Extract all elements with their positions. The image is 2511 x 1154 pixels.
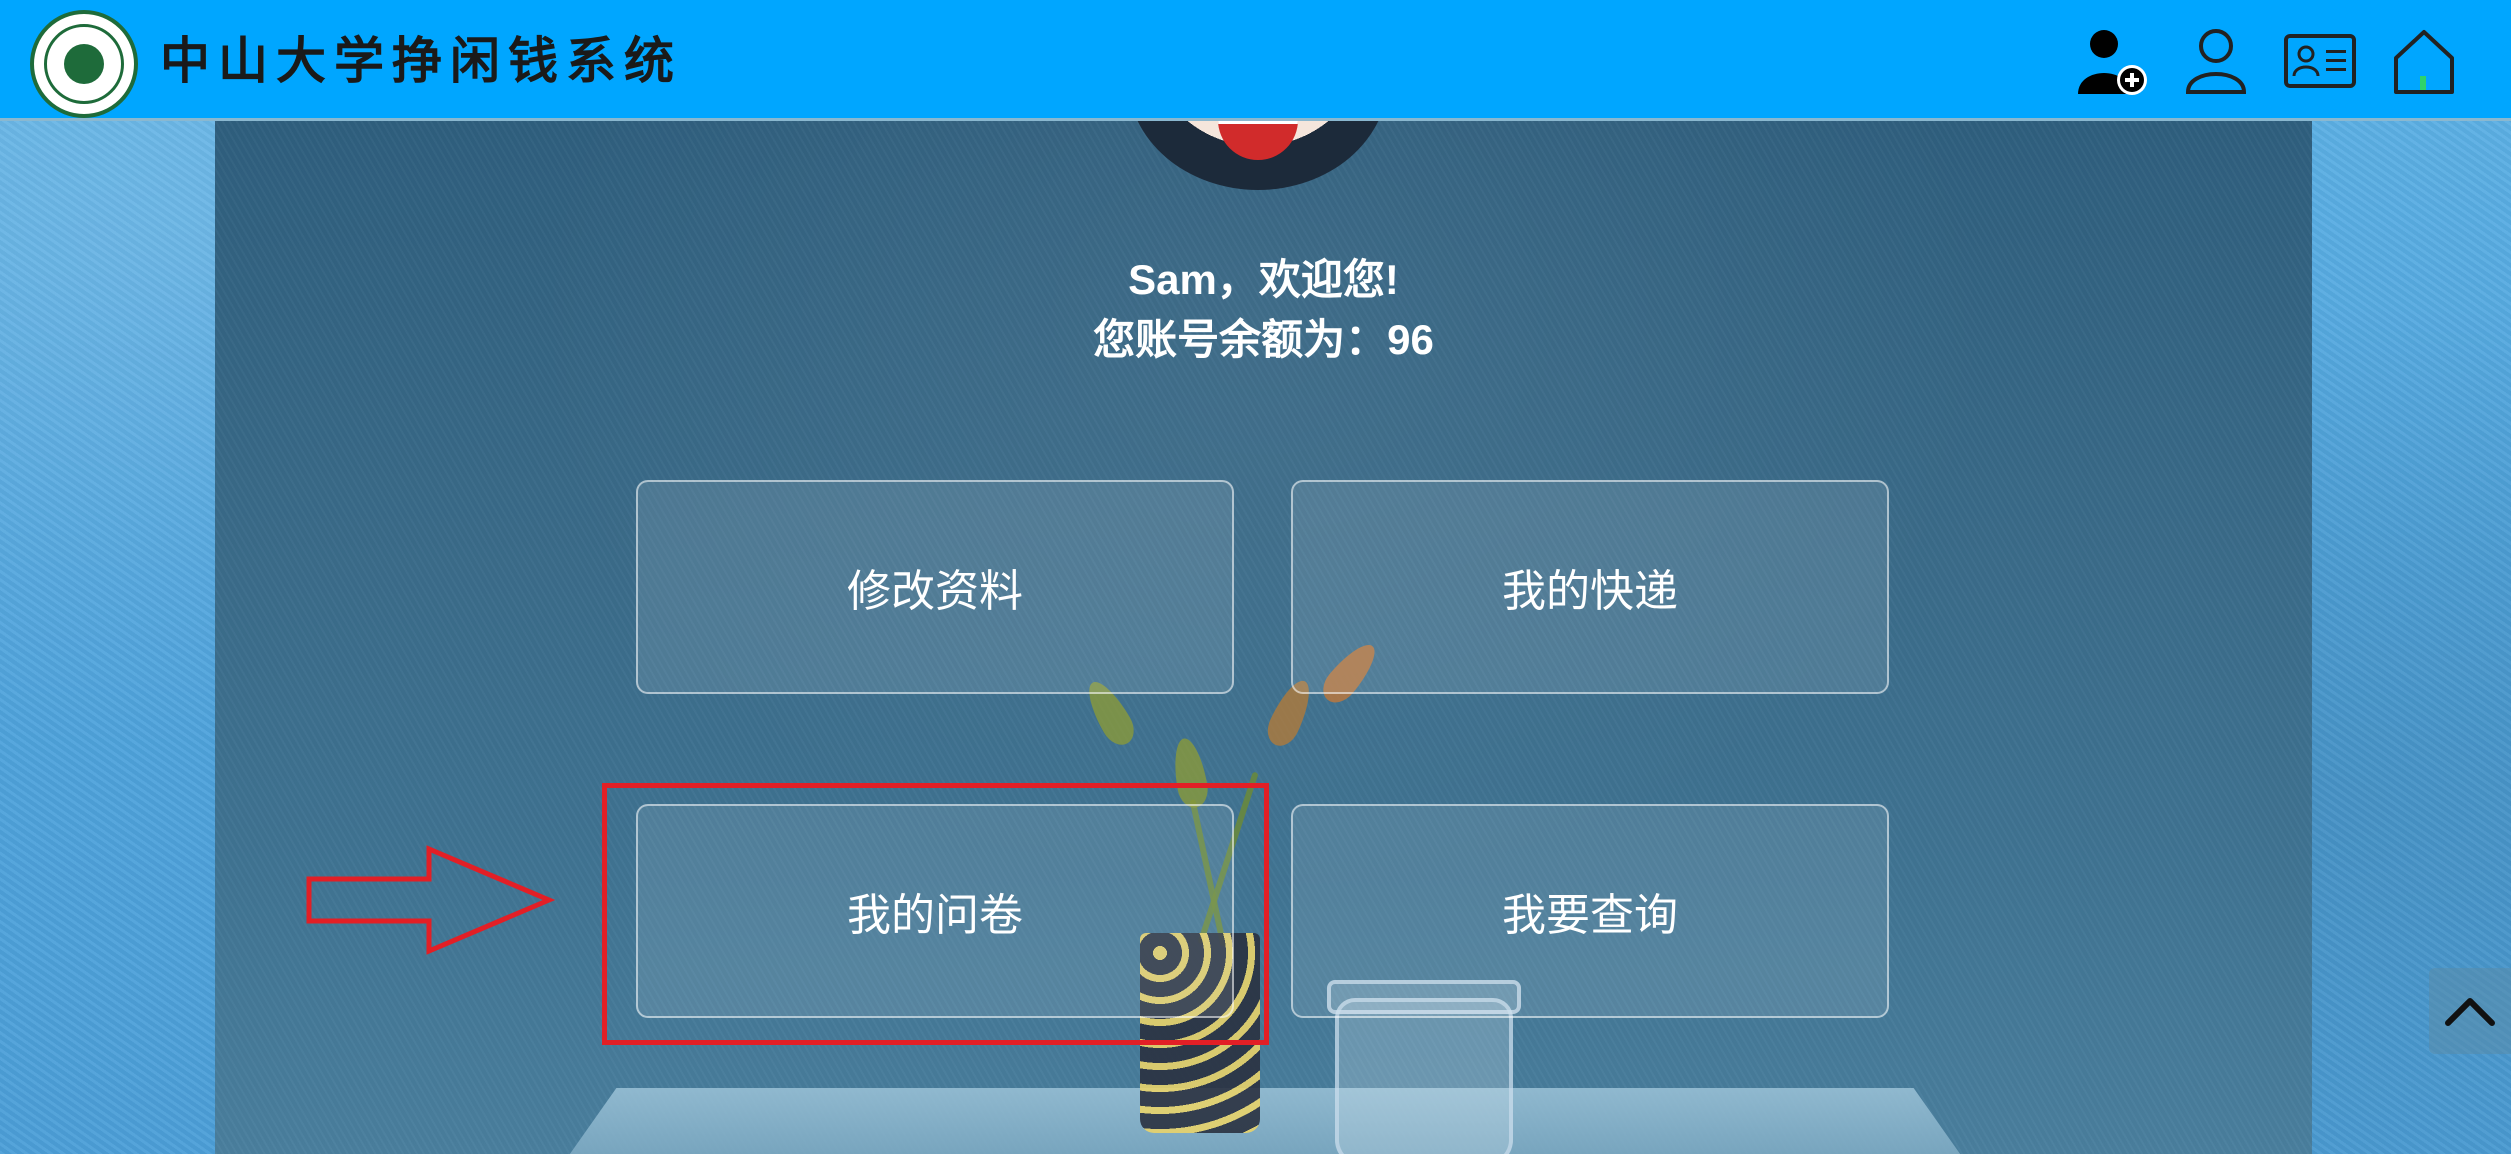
- pointer-arrow-icon: [306, 845, 555, 955]
- chevron-up-icon: [2445, 998, 2495, 1026]
- decor-jar: [1335, 998, 1513, 1154]
- decor-table: [560, 1088, 1970, 1154]
- add-user-icon[interactable]: [2074, 26, 2150, 96]
- logo-emblem: [64, 44, 104, 84]
- my-delivery-button[interactable]: 我的快递: [1291, 480, 1889, 694]
- back-to-top-button[interactable]: [2429, 968, 2511, 1054]
- user-icon[interactable]: [2178, 26, 2254, 96]
- id-card-icon[interactable]: [2282, 26, 2358, 96]
- my-questionnaire-button[interactable]: 我的问卷: [636, 804, 1234, 1018]
- site-title: 中山大学挣闲钱系统: [160, 31, 682, 90]
- balance-text: 您账号余额为：96: [1093, 316, 1434, 363]
- welcome-text: Sam，欢迎您!: [1128, 256, 1399, 303]
- university-logo[interactable]: [30, 10, 138, 118]
- home-icon[interactable]: [2386, 26, 2462, 96]
- top-navbar: 中山大学挣闲钱系统: [0, 0, 2511, 121]
- query-button[interactable]: 我要查询: [1291, 804, 1889, 1018]
- edit-profile-button[interactable]: 修改资料: [636, 480, 1234, 694]
- avatar-mouth: [1218, 118, 1298, 160]
- main-panel: Sam，欢迎您! 您账号余额为：96 修改资料 我的快递 我的问卷 我要查询: [215, 118, 2312, 1154]
